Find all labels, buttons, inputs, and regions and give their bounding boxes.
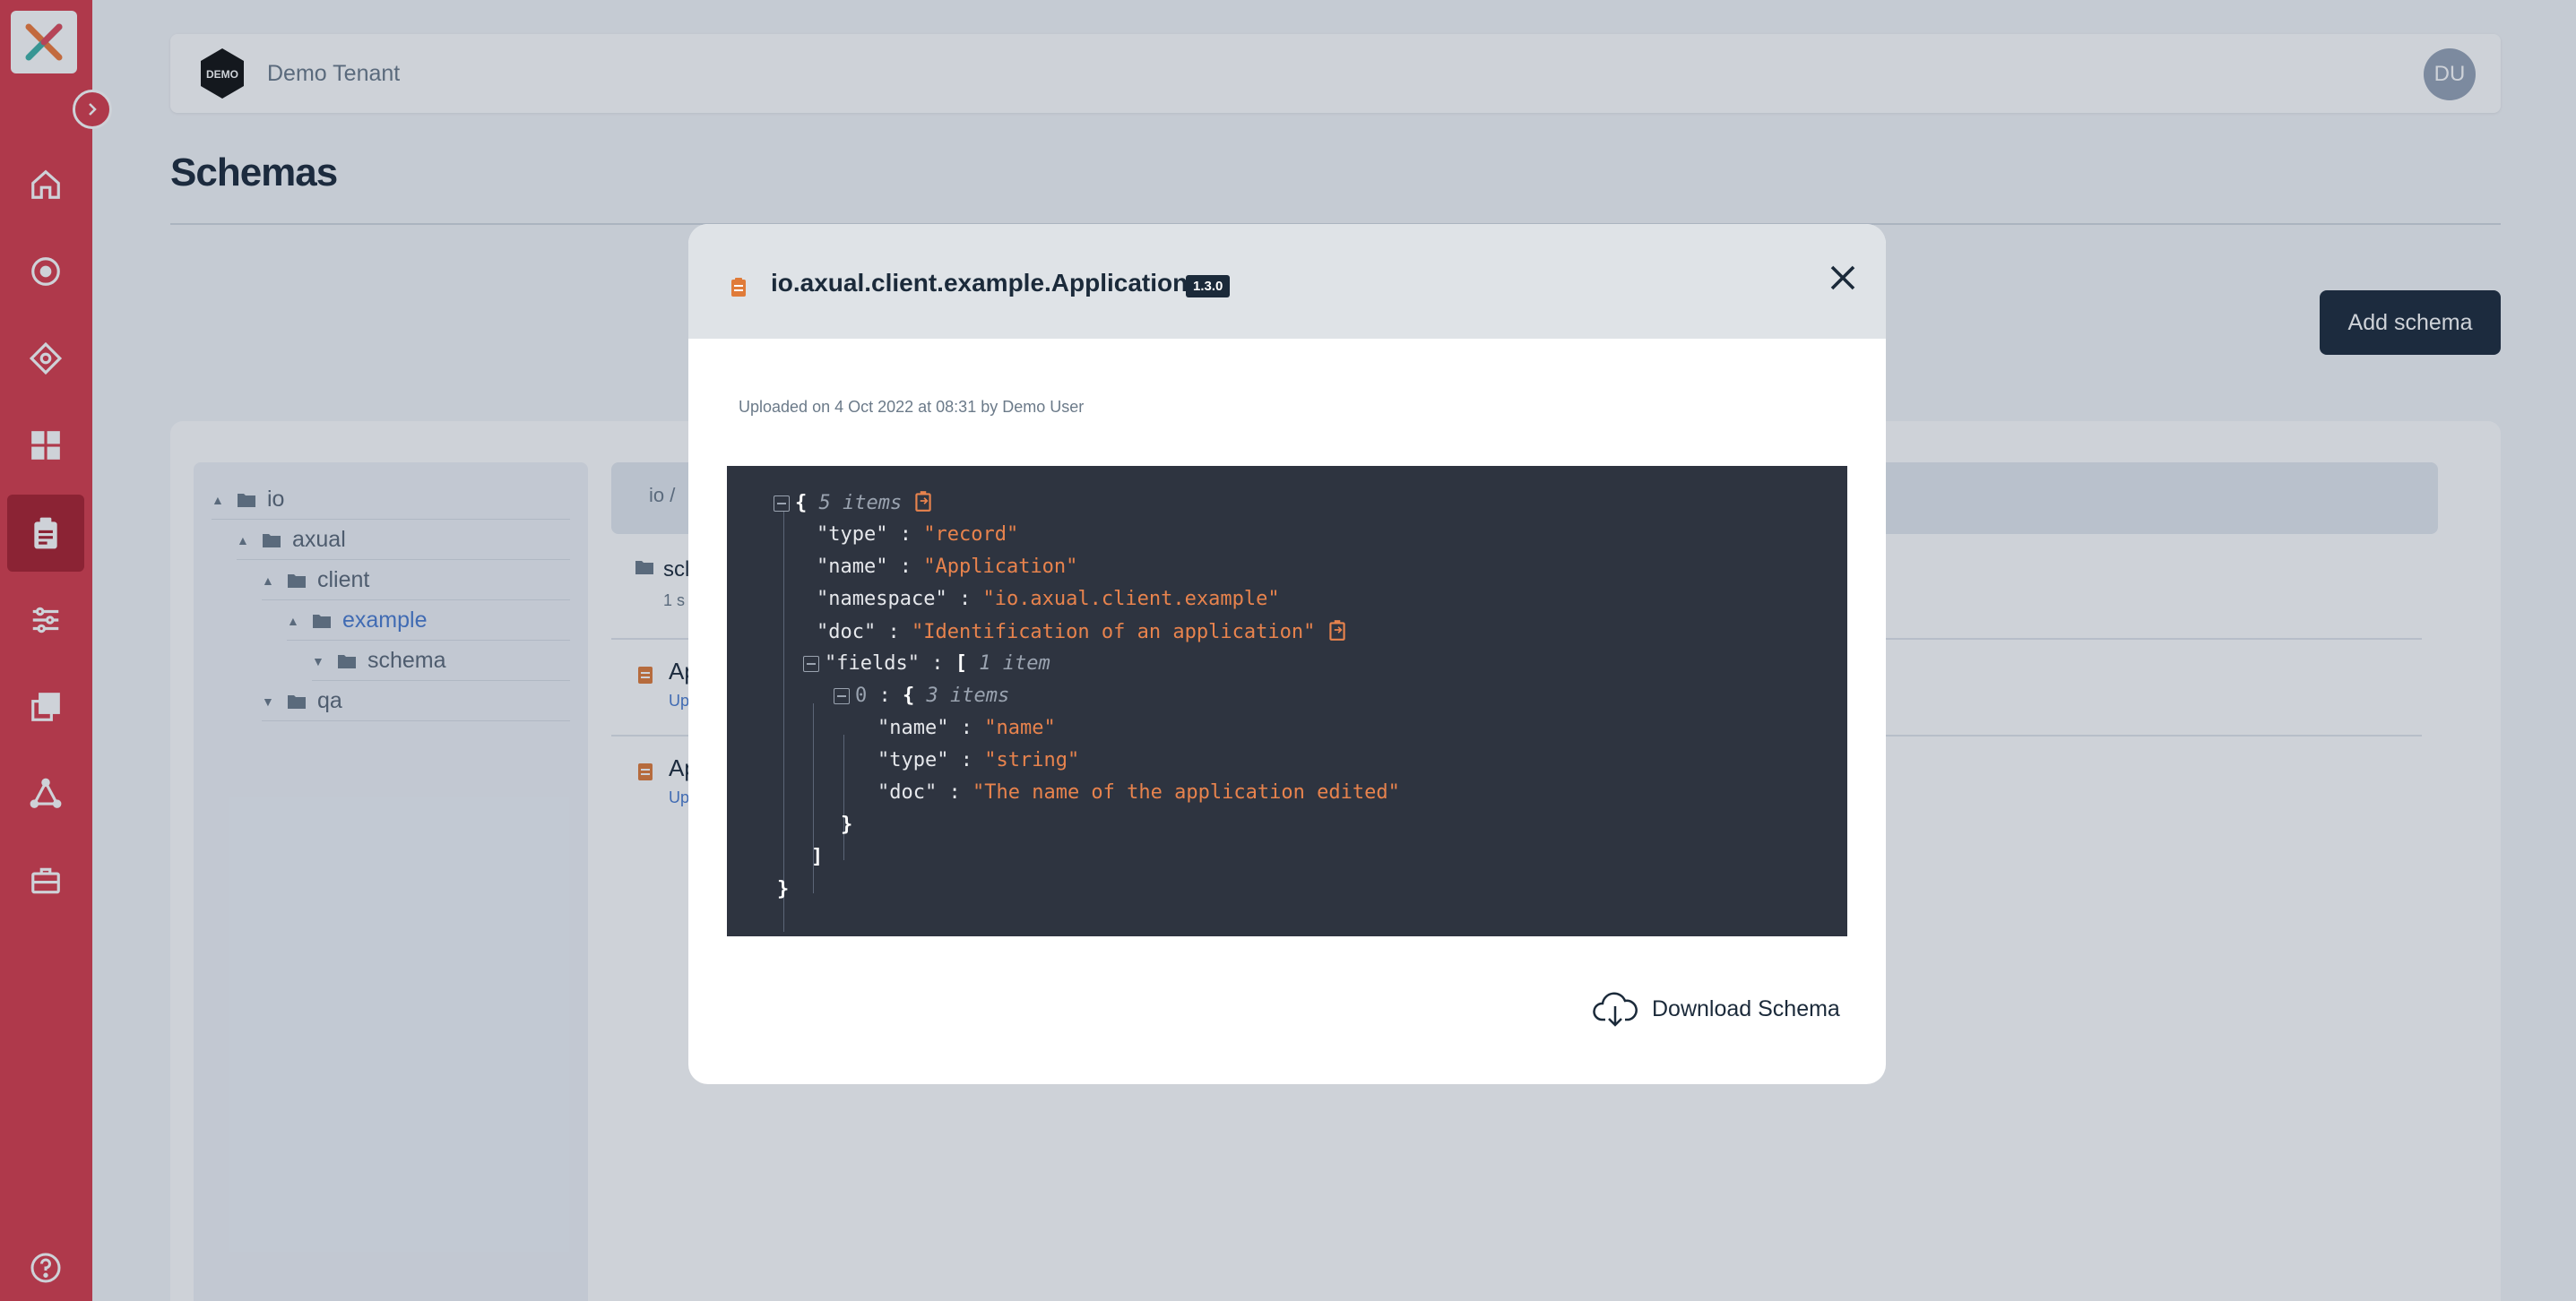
close-icon[interactable]	[1827, 262, 1859, 294]
json-line: "type" : "string"	[877, 749, 1080, 771]
copy-to-clipboard-icon[interactable]	[1327, 618, 1347, 642]
copy-to-clipboard-icon[interactable]	[913, 489, 933, 513]
download-label: Download Schema	[1652, 995, 1840, 1021]
json-close-bracket: ]	[811, 846, 824, 868]
json-line: "doc" : "The name of the application edi…	[877, 781, 1400, 804]
json-line: "name" : "Application"	[817, 556, 1078, 578]
modal-header: io.axual.client.example.Application 1.3.…	[688, 224, 1886, 339]
json-root-line: { 5 items	[774, 489, 933, 516]
schema-file-icon	[731, 278, 746, 297]
json-line: "doc" : "Identification of an applicatio…	[817, 618, 1347, 645]
collapse-toggle-icon[interactable]	[774, 495, 790, 512]
json-viewer: { 5 items "type" : "record" "name" : "Ap…	[727, 466, 1847, 936]
json-close-brace: }	[841, 814, 853, 836]
json-line: "name" : "name"	[877, 717, 1056, 739]
guide-line	[783, 511, 784, 932]
json-line: "type" : "record"	[817, 523, 1019, 546]
json-line: "namespace" : "io.axual.client.example"	[817, 588, 1280, 610]
json-close-brace: }	[777, 878, 790, 900]
guide-line	[843, 735, 844, 860]
schema-detail-modal: io.axual.client.example.Application 1.3.…	[688, 224, 1886, 1084]
uploaded-info: Uploaded on 4 Oct 2022 at 08:31 by Demo …	[739, 398, 1085, 416]
json-line: 0 : { 3 items	[834, 683, 1009, 710]
download-schema-button[interactable]: Download Schema	[1593, 989, 1840, 1029]
modal-title: io.axual.client.example.Application	[771, 269, 1189, 297]
collapse-toggle-icon[interactable]	[803, 656, 819, 672]
version-badge: 1.3.0	[1186, 275, 1231, 297]
json-line: "fields" : [ 1 item	[803, 650, 1050, 677]
cloud-download-icon	[1593, 992, 1638, 1027]
collapse-toggle-icon[interactable]	[834, 688, 850, 704]
